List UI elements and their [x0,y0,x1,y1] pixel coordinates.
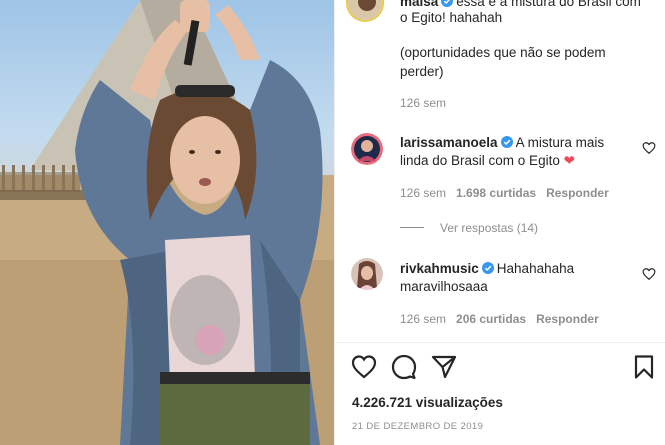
panel-divider [334,0,335,445]
comment-2-likes[interactable]: 206 curtidas [456,312,526,326]
comment-1-text-1: A mistura mais [515,135,605,150]
view-replies-button[interactable]: Ver respostas (14) [400,221,538,235]
caption-text-3: (oportunidades que não se podem [400,45,606,60]
comment-1-username[interactable]: larissamanoela [400,135,498,150]
comment-icon[interactable] [391,354,417,380]
comment-2-meta: 126 sem 206 curtidas Responder [400,311,599,327]
verified-icon [441,0,454,7]
comment-2-text-2: maravilhosaaa [400,279,488,294]
heart-icon[interactable] [351,354,377,380]
verified-icon [500,136,513,148]
view-replies-label: Ver respostas (14) [440,221,539,235]
bookmark-icon[interactable] [631,354,657,380]
comment-2-text-1: Hahahahaha [496,261,575,276]
caption-age: 126 sem [400,96,447,110]
share-icon[interactable] [431,354,457,380]
comment-1-reply-button[interactable]: Responder [546,186,609,200]
comment-1-likes[interactable]: 1.698 curtidas [456,186,536,200]
verified-icon [481,262,494,274]
comment-1-meta: 126 sem 1.698 curtidas Responder [400,185,609,201]
comment-1-age: 126 sem [400,186,447,200]
maisa-avatar[interactable] [346,0,384,22]
comment-2-age: 126 sem [400,312,447,326]
larissamanoela-avatar[interactable] [351,133,383,165]
comment-2-username[interactable]: rivkahmusic [400,261,479,276]
actions-divider [335,342,665,343]
comment-1-line-2: linda do Brasil com o Egito ❤ [400,151,575,170]
comment-1-text-2: linda do Brasil com o Egito [400,153,560,168]
like-comment-2-heart-icon[interactable] [642,267,656,281]
comment-1-line-1: larissamanoela A mistura mais [400,133,604,152]
replies-line [400,227,424,228]
video-frame [0,0,334,445]
comment-2-reply-button[interactable]: Responder [536,312,599,326]
comment-2-line-1: rivkahmusic Hahahahaha [400,259,574,278]
caption-text-2: o Egito! hahahah [400,10,503,25]
post-video[interactable] [0,0,334,445]
view-count[interactable]: 4.226.721 visualizações [352,395,503,410]
post-date[interactable]: 21 DE DEZEMBRO DE 2019 [352,421,483,432]
like-comment-1-heart-icon[interactable] [642,141,656,155]
caption-text-4: perder) [400,64,444,79]
red-heart-emoji: ❤ [563,153,575,168]
rivkahmusic-avatar[interactable] [351,258,383,290]
